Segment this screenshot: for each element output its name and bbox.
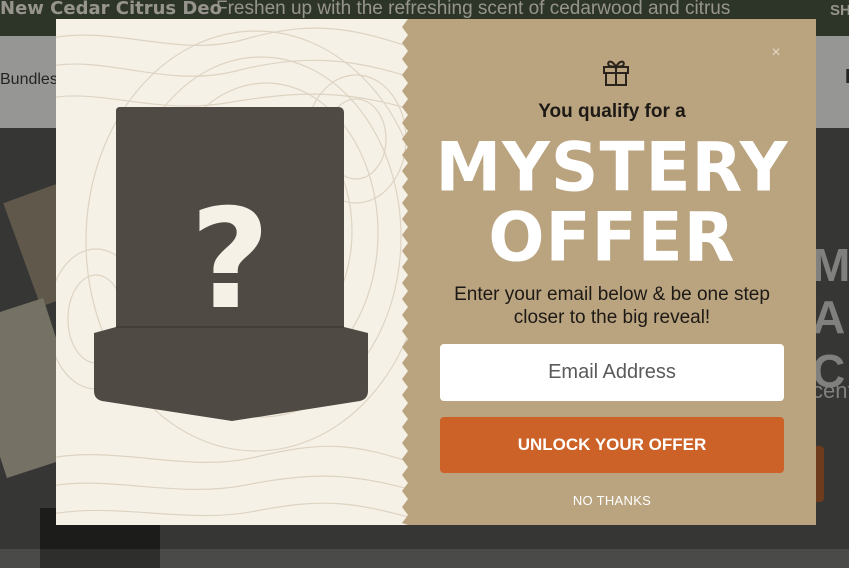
offer-description: Enter your email below & be one step clo… (454, 284, 770, 328)
unlock-offer-button[interactable]: UNLOCK YOUR OFFER (440, 417, 784, 473)
close-icon[interactable]: × (769, 45, 783, 61)
modal-form-panel: × You qualify for a MYSTERY OFFER Enter … (408, 19, 816, 525)
gift-icon (603, 60, 629, 86)
mystery-offer-modal: ? × You qualify for a MYSTERY OFFER Ente… (56, 19, 816, 525)
no-thanks-link[interactable]: NO THANKS (408, 493, 816, 508)
mystery-tag-icon: ? (94, 107, 368, 421)
headline-mystery: MYSTERY (435, 128, 789, 207)
headline-offer: OFFER (488, 198, 736, 277)
modal-image-panel: ? (56, 19, 408, 525)
mystery-question-mark: ? (190, 179, 270, 340)
qualify-text: You qualify for a (538, 101, 686, 122)
email-field[interactable] (440, 344, 784, 401)
